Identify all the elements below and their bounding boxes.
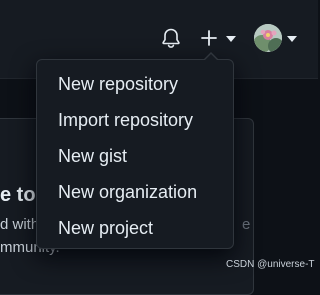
menu-item-new-repository[interactable]: New repository [37, 66, 233, 102]
dropdown-caret-inner [204, 54, 218, 61]
caret-down-icon [226, 36, 236, 42]
caret-down-icon [287, 36, 297, 42]
watermark: CSDN @universe-T [226, 259, 315, 270]
avatar [254, 24, 282, 52]
menu-item-new-gist[interactable]: New gist [37, 138, 233, 174]
menu-item-new-project[interactable]: New project [37, 210, 233, 246]
welcome-text-tail: e [242, 216, 251, 233]
welcome-text-line-1: d with [0, 216, 40, 233]
menu-item-new-organization[interactable]: New organization [37, 174, 233, 210]
menu-item-import-repository[interactable]: Import repository [37, 102, 233, 138]
plus-icon [201, 30, 217, 46]
notifications-button[interactable] [160, 27, 182, 49]
create-new-dropdown: New repository Import repository New gis… [36, 52, 234, 249]
user-menu-button[interactable] [254, 24, 300, 54]
create-new-button[interactable] [199, 26, 241, 50]
bell-icon [162, 28, 180, 48]
